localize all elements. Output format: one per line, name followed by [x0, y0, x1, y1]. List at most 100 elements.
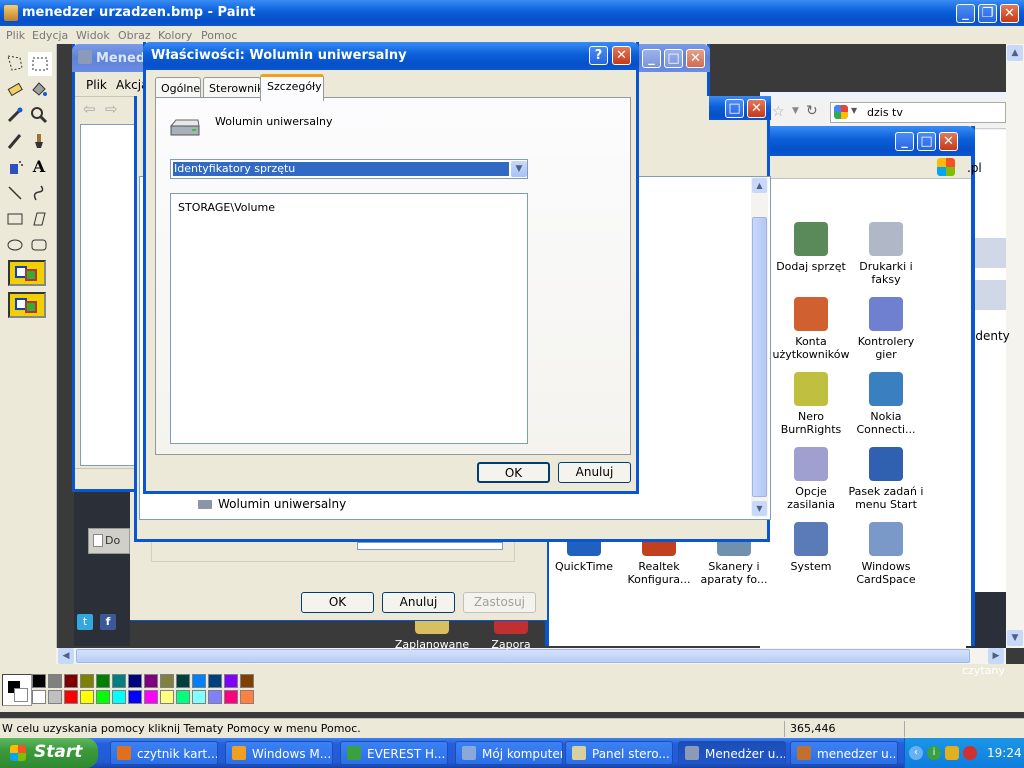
taskbar-button[interactable]: EVEREST H... [340, 741, 448, 765]
menu-pomoc[interactable]: Pomoc [201, 29, 237, 42]
rounded-rect-tool[interactable] [28, 234, 50, 256]
palette-color-swatch[interactable] [32, 690, 46, 704]
browser-star-icon[interactable]: ☆ [772, 104, 785, 120]
control-panel-item[interactable]: Dodaj sprzęt [771, 222, 851, 273]
devmgr-close-button[interactable]: ✕ [686, 49, 705, 68]
palette-color-swatch[interactable] [144, 674, 158, 688]
dialog-help-button[interactable]: ? [589, 46, 608, 65]
devmgr-maximize-button[interactable]: □ [664, 49, 683, 68]
palette-color-swatch[interactable] [208, 690, 222, 704]
devmgr-menu-plik[interactable]: Plik [86, 78, 107, 92]
scroll-up-arrow-icon[interactable]: ▲ [1007, 45, 1023, 61]
text-tool[interactable]: A [28, 156, 50, 178]
scroll-right-arrow-icon[interactable]: ▶ [988, 648, 1004, 664]
bg-cancel-button[interactable]: Anuluj [382, 592, 455, 613]
property-select[interactable]: Identyfikatory sprzętu ▼ [170, 159, 528, 179]
scroll-thumb[interactable] [76, 649, 970, 663]
free-select-tool[interactable] [4, 52, 26, 74]
rectangle-tool[interactable] [4, 208, 26, 230]
tray-expand-icon[interactable]: ‹ [909, 746, 923, 760]
palette-color-swatch[interactable] [64, 690, 78, 704]
browser-search-box[interactable]: ▼ dzis tv [830, 102, 1006, 123]
polygon-tool[interactable] [28, 208, 50, 230]
palette-color-swatch[interactable] [224, 690, 238, 704]
info-tray-icon[interactable]: i [927, 746, 941, 760]
paint-close-button[interactable]: ✕ [1000, 4, 1019, 23]
security-shield-icon[interactable] [945, 746, 959, 760]
palette-color-swatch[interactable] [80, 674, 94, 688]
control-panel-item[interactable]: Nokia Connecti... [846, 372, 926, 436]
antivirus-tray-icon[interactable] [963, 746, 977, 760]
palette-color-swatch[interactable] [112, 674, 126, 688]
second-close-button[interactable]: ✕ [747, 99, 766, 118]
value-list-item[interactable]: STORAGE\Volume [178, 201, 275, 214]
airbrush-tool[interactable] [4, 156, 26, 178]
menu-edycja[interactable]: Edycja [32, 29, 68, 42]
palette-color-swatch[interactable] [160, 674, 174, 688]
dialog-cancel-button[interactable]: Anuluj [558, 462, 631, 483]
tab-ogolne[interactable]: Ogólne [155, 77, 201, 98]
paint-maximize-button[interactable]: ❐ [978, 4, 997, 23]
menu-widok[interactable]: Widok [76, 29, 110, 42]
forward-arrow-icon[interactable]: ⇨ [105, 100, 118, 118]
pencil-tool[interactable] [4, 130, 26, 152]
palette-color-swatch[interactable] [96, 674, 110, 688]
control-panel-item[interactable]: System [771, 522, 851, 573]
start-button[interactable]: Start [0, 738, 98, 768]
value-list[interactable]: STORAGE\Volume [170, 193, 528, 444]
taskbar-button[interactable]: menedzer u... [790, 741, 898, 765]
chevron-down-icon[interactable]: ▼ [511, 161, 527, 177]
palette-color-swatch[interactable] [176, 674, 190, 688]
rect-select-tool[interactable] [28, 52, 52, 76]
background-color[interactable] [14, 688, 28, 702]
line-tool[interactable] [4, 182, 26, 204]
taskbar-button[interactable]: Menedżer u... [678, 741, 786, 765]
menu-plik[interactable]: Plik [6, 29, 25, 42]
control-panel-item[interactable]: Pasek zadań i menu Start [846, 447, 926, 511]
ellipse-tool[interactable] [4, 234, 26, 256]
palette-color-swatch[interactable] [240, 674, 254, 688]
bg-do-button[interactable]: Do [88, 528, 130, 554]
paint-minimize-button[interactable]: _ [956, 4, 975, 23]
control-panel-item[interactable]: Opcje zasilania [771, 447, 851, 511]
palette-color-swatch[interactable] [144, 690, 158, 704]
control-panel-item[interactable]: Konta użytkowników [771, 297, 851, 361]
scroll-up-arrow-icon[interactable]: ▲ [752, 178, 767, 193]
cp-minimize-button[interactable]: _ [895, 132, 914, 151]
fill-tool[interactable] [28, 78, 50, 100]
eraser-tool[interactable] [4, 78, 26, 100]
palette-color-swatch[interactable] [192, 674, 206, 688]
search-engine-dropdown-icon[interactable]: ▼ [851, 106, 857, 115]
scroll-down-arrow-icon[interactable]: ▼ [752, 501, 767, 516]
tree-item-volume-label[interactable]: Wolumin uniwersalny [218, 497, 346, 511]
dialog-ok-button[interactable]: OK [477, 462, 550, 483]
taskbar-button[interactable]: Panel stero... [565, 741, 673, 765]
palette-color-swatch[interactable] [224, 674, 238, 688]
control-panel-item[interactable]: Kontrolery gier [846, 297, 926, 361]
scroll-thumb[interactable] [752, 217, 767, 497]
palette-color-swatch[interactable] [32, 674, 46, 688]
cp-close-button[interactable]: ✕ [939, 132, 958, 151]
menu-kolory[interactable]: Kolory [158, 29, 192, 42]
cp-maximize-button[interactable]: □ [917, 132, 936, 151]
taskbar-button[interactable]: Windows M... [225, 741, 333, 765]
bg-ok-button[interactable]: OK [301, 592, 374, 613]
curve-tool[interactable] [28, 182, 50, 204]
palette-color-swatch[interactable] [128, 690, 142, 704]
palette-color-swatch[interactable] [64, 674, 78, 688]
picker-tool[interactable] [4, 104, 26, 126]
palette-color-swatch[interactable] [192, 690, 206, 704]
control-panel-item[interactable]: Drukarki i faksy [846, 222, 926, 286]
control-panel-item[interactable]: Windows CardSpace [846, 522, 926, 586]
tab-szczegoly[interactable]: Szczegóły [260, 74, 324, 101]
control-panel-item[interactable]: Nero BurnRights [771, 372, 851, 436]
palette-color-swatch[interactable] [176, 690, 190, 704]
palette-color-swatch[interactable] [128, 674, 142, 688]
palette-color-swatch[interactable] [96, 690, 110, 704]
palette-color-swatch[interactable] [208, 674, 222, 688]
scroll-down-arrow-icon[interactable]: ▼ [1007, 630, 1023, 646]
back-arrow-icon[interactable]: ⇦ [83, 100, 96, 118]
palette-color-swatch[interactable] [240, 690, 254, 704]
dialog-close-button[interactable]: ✕ [612, 46, 631, 65]
palette-color-swatch[interactable] [112, 690, 126, 704]
